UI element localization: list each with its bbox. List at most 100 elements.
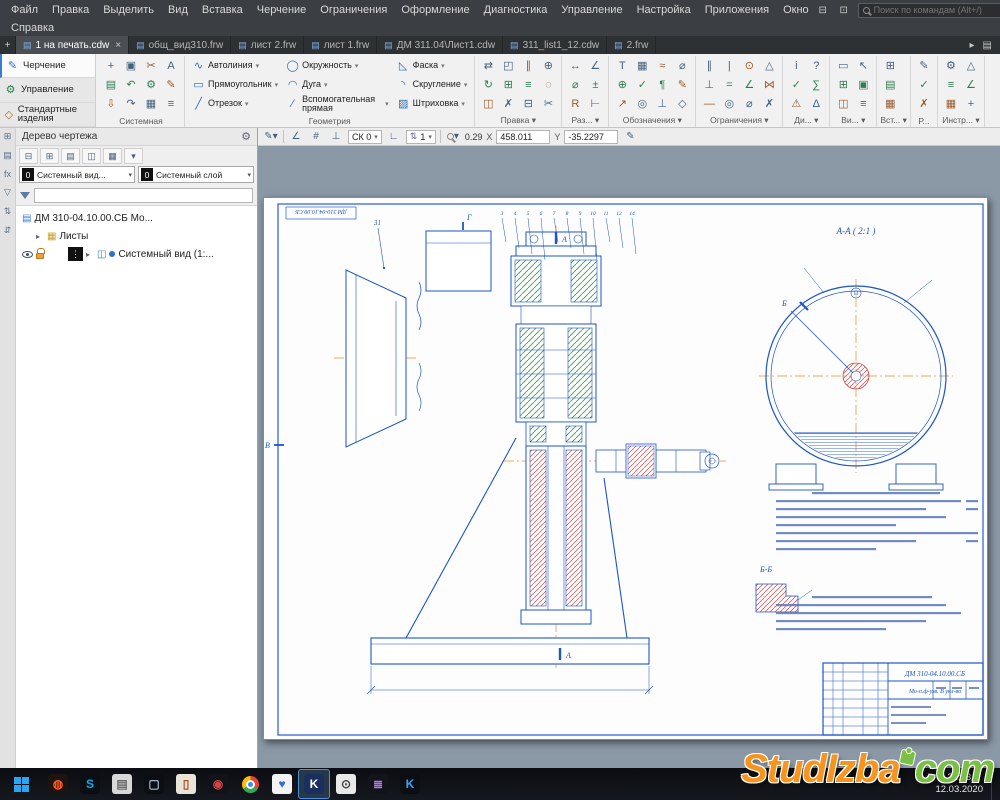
ribbon-group-label[interactable]: Ограничения ▾	[699, 114, 779, 127]
hatch-tool[interactable]: ▨Штриховка▾	[393, 94, 472, 113]
y-coordinate-field[interactable]: -35.2297	[564, 130, 618, 144]
ribbon-group-label[interactable]: Ди... ▾	[786, 114, 826, 127]
perpendicular-constraint-icon[interactable]: ⊥	[699, 75, 719, 94]
grid-icon[interactable]: ▦	[141, 94, 161, 113]
skype-icon[interactable]: S	[75, 770, 105, 798]
tools-list-icon[interactable]: ≡	[941, 75, 961, 94]
print-icon[interactable]: ▣	[121, 56, 141, 75]
annotation-icon[interactable]: ✎	[672, 75, 692, 94]
angular-dimension-icon[interactable]: ∠	[585, 56, 605, 75]
autoline-tool[interactable]: ∿Автолиния▾	[188, 56, 282, 75]
tools-settings-icon[interactable]: ⚙	[941, 56, 961, 75]
winrar-icon[interactable]: ≣	[363, 770, 393, 798]
kompas-search-icon[interactable]: ⊙	[331, 770, 361, 798]
document-tab[interactable]: ▤общ_вид310.frw	[129, 36, 231, 54]
break-icon[interactable]: ⊟	[518, 94, 538, 113]
paragraph-icon[interactable]: ¶	[652, 75, 672, 94]
baseline-dimension-icon[interactable]: ⊢	[585, 94, 605, 113]
lock-icon[interactable]	[36, 253, 44, 259]
measure-icon[interactable]: △	[961, 56, 981, 75]
menu-help[interactable]: Справка	[6, 22, 59, 34]
rounding-button[interactable]: ▾	[445, 129, 461, 144]
kompas-icon[interactable]: K	[299, 770, 329, 798]
undo-icon[interactable]: ↶	[121, 75, 141, 94]
menu-item[interactable]: Диагностика	[477, 4, 555, 16]
coordinate-system-select[interactable]: СК 0▾	[348, 130, 382, 144]
text-icon[interactable]: T	[612, 56, 632, 75]
tolerance-icon[interactable]: ±	[585, 75, 605, 94]
ribbon-group-label[interactable]: Раз... ▾	[565, 114, 605, 127]
tools-grid-icon[interactable]: ▦	[941, 94, 961, 113]
diameter-constraint-icon[interactable]: ⌀	[739, 94, 759, 113]
concentric-constraint-icon[interactable]: ◎	[719, 94, 739, 113]
current-view-select[interactable]: 0 Системный вид... ▾	[19, 166, 135, 183]
ribbon-group-label[interactable]: Правка ▾	[478, 114, 558, 127]
leader-icon[interactable]: ↗	[612, 94, 632, 113]
tree-item-system-view[interactable]: ⋮ ▸ ◫ Системный вид (1:...	[16, 245, 257, 263]
marker-icon[interactable]: ◇	[672, 94, 692, 113]
equal-constraint-icon[interactable]: =	[719, 75, 739, 94]
save-icon[interactable]: ⇩	[101, 94, 121, 113]
trim-icon[interactable]: ✂	[538, 94, 558, 113]
expander-icon[interactable]: ▸	[86, 250, 94, 259]
menu-item[interactable]: Выделить	[96, 4, 161, 16]
ribbon-group-label[interactable]: Ви... ▾	[833, 114, 873, 127]
current-style-button[interactable]: ✎▾	[263, 129, 279, 144]
history-panel-icon[interactable]: ⇅	[4, 206, 12, 217]
cut-icon[interactable]: ✂	[141, 56, 161, 75]
text-style-icon[interactable]: A	[161, 56, 181, 75]
table-icon[interactable]: ▦	[632, 56, 652, 75]
ribbon-group-label[interactable]: Инстр... ▾	[941, 114, 981, 127]
wavy-line-icon[interactable]: ≈	[652, 56, 672, 75]
perpendicularity-icon[interactable]: ⊥	[652, 94, 672, 113]
offset-icon[interactable]: ∥	[518, 56, 538, 75]
view-icon[interactable]: ▭	[833, 56, 853, 75]
filter-panel-icon[interactable]: ▽	[4, 187, 11, 198]
x-coordinate-field[interactable]: 458.011	[496, 130, 550, 144]
arc-tool[interactable]: ◠Дуга▾	[282, 75, 393, 94]
center-mark-icon[interactable]: ⊕	[612, 75, 632, 94]
menu-item[interactable]: Управление	[554, 4, 629, 16]
menu-item[interactable]: Оформление	[394, 4, 476, 16]
browser-icon[interactable]: ◍	[43, 770, 73, 798]
open-document-icon[interactable]: ▤	[101, 75, 121, 94]
ribbon-group-label[interactable]: Вст... ▾	[880, 114, 907, 127]
document-tab[interactable]: ▤311_list1_12.cdw	[503, 36, 607, 54]
menu-item[interactable]: Настройка	[630, 4, 698, 16]
insert-fragment-icon[interactable]: ⊞	[880, 56, 900, 75]
menu-item[interactable]: Вид	[161, 4, 195, 16]
structure-icon[interactable]: ▤	[61, 148, 80, 164]
view-arrow-icon[interactable]: ↖	[853, 56, 873, 75]
edit-icon[interactable]: ✎	[161, 75, 181, 94]
menu-item[interactable]: Приложения	[698, 4, 776, 16]
coincident-constraint-icon[interactable]: ⊙	[739, 56, 759, 75]
vertical-constraint-icon[interactable]: |	[719, 56, 739, 75]
command-search[interactable]	[858, 3, 1000, 18]
new-tab-button[interactable]: +	[0, 36, 16, 54]
app-window-icon[interactable]: ▢	[139, 770, 169, 798]
panels-icon[interactable]: ⊡	[837, 5, 851, 16]
reject-icon[interactable]: ✗	[914, 94, 934, 113]
menu-item[interactable]: Правка	[45, 4, 96, 16]
insert-sheet-icon[interactable]: ▤	[880, 75, 900, 94]
construction-line-tool[interactable]: ∕Вспомогательная прямая▾	[282, 94, 393, 113]
drawing-sheet[interactable]: ДМ 310-04.10.00.СБ	[263, 197, 988, 740]
settings-icon[interactable]: ⚙	[141, 75, 161, 94]
views-list-icon[interactable]: ≡	[853, 94, 873, 113]
ribbon-group-label[interactable]: Обозначения ▾	[612, 114, 692, 127]
start-button[interactable]	[0, 768, 42, 800]
menu-item[interactable]: Вставка	[195, 4, 250, 16]
tree-search-input[interactable]	[34, 188, 253, 203]
menu-item[interactable]: Файл	[4, 4, 45, 16]
rail-item[interactable]: ⚙Управление	[0, 78, 95, 102]
tree-item-document[interactable]: ▤ ДМ 310-04.10.00.СБ Мо...	[16, 209, 257, 227]
help-icon[interactable]: ?	[806, 56, 826, 75]
gear-icon[interactable]: ⚙	[241, 130, 251, 143]
symmetric-constraint-icon[interactable]: △	[759, 56, 779, 75]
clipboard-icon[interactable]: ▯	[171, 770, 201, 798]
check-icon[interactable]: ✓	[786, 75, 806, 94]
menu-item[interactable]: Черчение	[250, 4, 314, 16]
zones-panel-icon[interactable]: ⇵	[4, 225, 12, 236]
file-explorer-icon[interactable]: ▤	[107, 770, 137, 798]
snap-angle-button[interactable]: ∠	[288, 129, 304, 144]
